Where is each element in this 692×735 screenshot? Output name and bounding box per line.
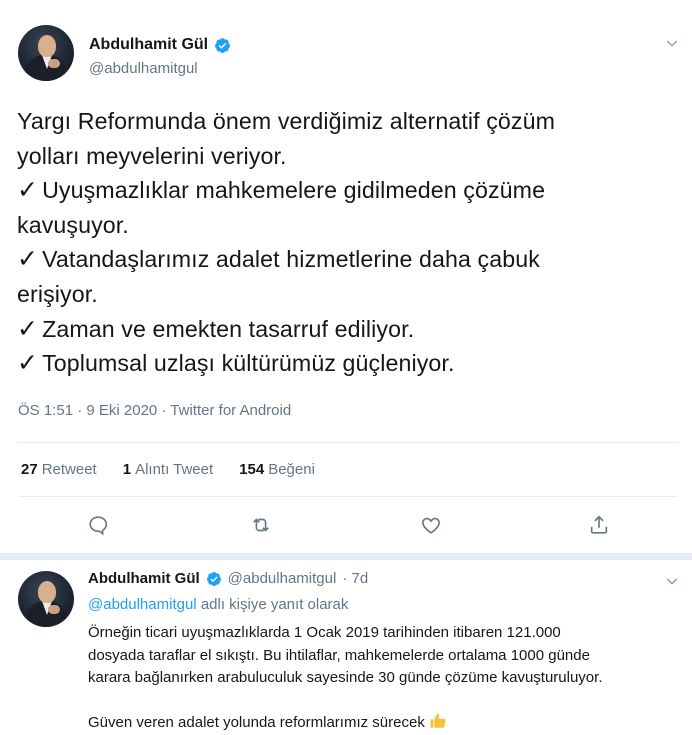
reply-closing-line: Güven veren adalet yolunda reformlarımız… bbox=[88, 712, 688, 735]
tweet-text-content: Uyuşmazlıklar mahkemelere gidilmeden çöz… bbox=[42, 177, 546, 204]
tweet-timestamp[interactable]: ÖS 1:51 · 9 Eki 2020 · Twitter for Andro… bbox=[18, 402, 291, 419]
tweet-stats: 27 Retweet 1 Alıntı Tweet 154 Beğeni bbox=[21, 461, 315, 478]
author-name-row[interactable]: Abdulhamit Gül bbox=[89, 36, 231, 54]
thumbs-up-icon bbox=[430, 713, 446, 728]
checkmark-icon: ✓ bbox=[17, 245, 39, 274]
share-icon[interactable] bbox=[588, 514, 610, 536]
replying-suffix: adlı kişiye yanıt olarak bbox=[200, 596, 349, 613]
verified-badge-icon bbox=[206, 571, 221, 586]
tweet-text-line: Yargı Reformunda önem verdiğimiz alterna… bbox=[17, 104, 677, 139]
reply-text-line: dosyada taraflar el sıkıştı. Bu ihtilafl… bbox=[88, 646, 590, 664]
reply-text-line: karara bağlanırken arabuluculuk sayesind… bbox=[88, 669, 603, 686]
tweet-text-line: erişiyor. bbox=[17, 277, 677, 312]
tweet-text-line: ✓ Toplumsal uzlaşı kültürümüz güçleniyor. bbox=[17, 346, 677, 381]
reply-closing-text: Güven veren adalet yolunda reformlarımız… bbox=[88, 713, 425, 731]
tweet-text-line: yolları meyvelerini veriyor. bbox=[17, 139, 677, 174]
quote-count[interactable]: 1 Alıntı Tweet bbox=[123, 461, 213, 478]
tweet-text-content: erişiyor. bbox=[17, 280, 98, 307]
tweet-actions bbox=[0, 514, 692, 544]
tweet-text-content: Zaman ve emekten tasarruf ediliyor. bbox=[42, 315, 415, 342]
section-separator bbox=[0, 553, 692, 560]
reply-author-handle[interactable]: @abdulhamitgul bbox=[228, 570, 337, 587]
reply-icon[interactable] bbox=[87, 514, 109, 536]
author-handle[interactable]: @abdulhamitgul bbox=[89, 60, 198, 77]
main-tweet: Abdulhamit Gül @abdulhamitgul Yargı Refo… bbox=[0, 0, 692, 555]
retweet-icon[interactable] bbox=[250, 514, 272, 536]
checkmark-icon: ✓ bbox=[17, 314, 39, 343]
like-count[interactable]: 154 Beğeni bbox=[239, 461, 315, 478]
tweet-text-line: kavuşuyor. bbox=[17, 208, 677, 243]
reply-text: Örneğin ticari uyuşmazlıklarda 1 Ocak 20… bbox=[88, 622, 688, 734]
reply-time[interactable]: · 7d bbox=[342, 570, 368, 587]
reply-avatar[interactable] bbox=[18, 571, 74, 627]
divider bbox=[18, 496, 678, 497]
avatar[interactable] bbox=[18, 25, 74, 81]
verified-badge-icon bbox=[215, 37, 231, 53]
author-display-name[interactable]: Abdulhamit Gül bbox=[89, 36, 208, 54]
divider bbox=[18, 442, 678, 443]
tweet-text-content: yolları meyvelerini veriyor. bbox=[17, 142, 287, 169]
like-icon[interactable] bbox=[420, 514, 442, 536]
tweet-text-content: kavuşuyor. bbox=[17, 211, 129, 238]
reply-author-display-name[interactable]: Abdulhamit Gül bbox=[88, 570, 200, 587]
checkmark-icon: ✓ bbox=[17, 176, 39, 205]
chevron-down-icon[interactable] bbox=[664, 573, 680, 589]
tweet-text-content: Toplumsal uzlaşı kültürümüz güçleniyor. bbox=[42, 350, 455, 377]
checkmark-icon: ✓ bbox=[17, 349, 39, 378]
tweet-text-line: ✓ Uyuşmazlıklar mahkemelere gidilmeden çö… bbox=[17, 173, 677, 208]
replying-to: @abdulhamitgul adlı kişiye yanıt olarak bbox=[88, 596, 348, 613]
tweet-text-line: ✓ Zaman ve emekten tasarruf ediliyor. bbox=[17, 312, 677, 347]
replying-mention-link[interactable]: @abdulhamitgul bbox=[88, 596, 197, 613]
tweet-text-content: Yargı Reformunda önem verdiğimiz alterna… bbox=[17, 108, 556, 134]
chevron-down-icon[interactable] bbox=[664, 35, 680, 51]
reply-author-row[interactable]: Abdulhamit Gül @abdulhamitgul · 7d bbox=[88, 570, 368, 587]
tweet-text-line: ✓ Vatandaşlarımız adalet hizmetlerine dah… bbox=[17, 242, 677, 277]
tweet-text: Yargı Reformunda önem verdiğimiz alterna… bbox=[17, 104, 677, 381]
reply-text-line: Örneğin ticari uyuşmazlıklarda 1 Ocak 20… bbox=[88, 624, 561, 641]
retweet-count[interactable]: 27 Retweet bbox=[21, 461, 97, 478]
tweet-text-content: Vatandaşlarımız adalet hizmetlerine daha… bbox=[42, 246, 540, 273]
